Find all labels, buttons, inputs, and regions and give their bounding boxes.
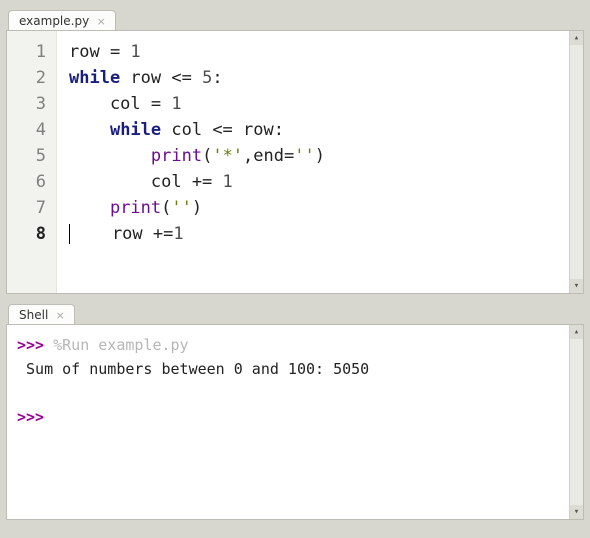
shell-prompt: >>> xyxy=(17,336,44,354)
code-line: print('*',end='') xyxy=(69,143,325,169)
text-cursor xyxy=(69,224,70,244)
shell-tabbar: Shell × xyxy=(6,300,584,324)
close-icon[interactable]: × xyxy=(54,309,66,321)
shell-blank-line xyxy=(17,381,573,405)
scroll-up-icon[interactable]: ▴ xyxy=(570,325,583,339)
shell-pane: >>> %Run example.py Sum of numbers betwe… xyxy=(6,324,584,520)
shell-prompt: >>> xyxy=(17,408,44,426)
shell-area[interactable]: >>> %Run example.py Sum of numbers betwe… xyxy=(7,325,583,437)
code-line: while row <= 5: xyxy=(69,65,325,91)
line-number: 1 xyxy=(7,39,46,65)
close-icon[interactable]: × xyxy=(95,15,107,27)
scroll-down-icon[interactable]: ▾ xyxy=(570,279,583,293)
code-line: while col <= row: xyxy=(69,117,325,143)
editor-tabbar: example.py × xyxy=(6,6,584,30)
code-line: col = 1 xyxy=(69,91,325,117)
editor-panel: example.py × 12345678 row = 1while row <… xyxy=(6,6,584,294)
line-gutter: 12345678 xyxy=(7,31,57,293)
shell-tab[interactable]: Shell × xyxy=(8,304,75,325)
shell-panel: Shell × >>> %Run example.py Sum of numbe… xyxy=(6,300,584,520)
line-number: 5 xyxy=(7,143,46,169)
code-line: col += 1 xyxy=(69,169,325,195)
shell-scrollbar[interactable]: ▴ ▾ xyxy=(569,325,583,519)
line-number: 6 xyxy=(7,169,46,195)
scroll-up-icon[interactable]: ▴ xyxy=(570,31,583,45)
code-line: print('') xyxy=(69,195,325,221)
editor-scrollbar[interactable]: ▴ ▾ xyxy=(569,31,583,293)
line-number: 8 xyxy=(7,221,46,247)
code-area[interactable]: row = 1while row <= 5: col = 1 while col… xyxy=(57,31,335,293)
shell-line: >>> xyxy=(17,405,573,429)
shell-output: Sum of numbers between 0 and 100: 5050 xyxy=(17,357,573,381)
shell-run-command: %Run example.py xyxy=(44,336,189,354)
editor-tab-label: example.py xyxy=(19,14,89,28)
line-number: 4 xyxy=(7,117,46,143)
scroll-down-icon[interactable]: ▾ xyxy=(570,505,583,519)
shell-line: >>> %Run example.py xyxy=(17,333,573,357)
editor-tab[interactable]: example.py × xyxy=(8,10,116,31)
line-number: 2 xyxy=(7,65,46,91)
shell-tab-label: Shell xyxy=(19,308,48,322)
code-line: row = 1 xyxy=(69,39,325,65)
line-number: 3 xyxy=(7,91,46,117)
editor-body: 12345678 row = 1while row <= 5: col = 1 … xyxy=(7,31,583,293)
code-line: row +=1 xyxy=(69,221,325,247)
line-number: 7 xyxy=(7,195,46,221)
editor-pane: 12345678 row = 1while row <= 5: col = 1 … xyxy=(6,30,584,294)
